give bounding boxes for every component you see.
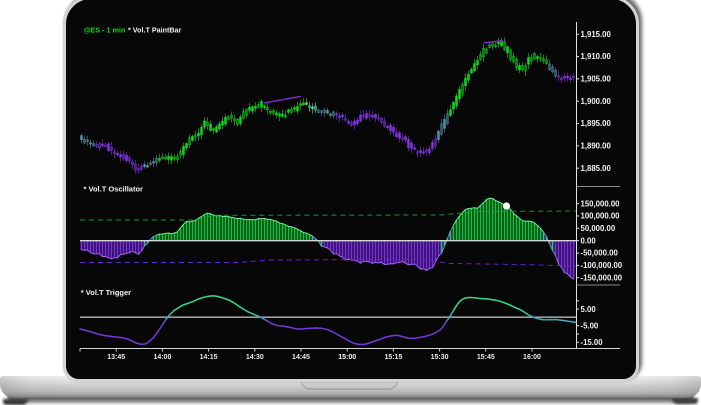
svg-text:14:45: 14:45 xyxy=(292,354,310,361)
svg-text:1,910.00: 1,910.00 xyxy=(581,52,612,61)
svg-text:14:00: 14:00 xyxy=(153,354,171,361)
svg-text:14:30: 14:30 xyxy=(246,354,264,361)
svg-text:150,000.00: 150,000.00 xyxy=(581,199,621,208)
svg-text:50,000.00: 50,000.00 xyxy=(581,224,616,233)
svg-text:15:45: 15:45 xyxy=(477,354,495,361)
svg-text:1,900.00: 1,900.00 xyxy=(581,97,612,106)
svg-text:@ES - 1 min: @ES - 1 min xyxy=(84,25,126,34)
svg-text:-15.00: -15.00 xyxy=(581,338,604,347)
svg-text:1,890.00: 1,890.00 xyxy=(581,142,612,151)
svg-text:* Vol.T Oscillator: * Vol.T Oscillator xyxy=(84,185,144,194)
svg-text:15:30: 15:30 xyxy=(431,354,449,361)
svg-text:-150,000.00: -150,000.00 xyxy=(581,273,623,282)
svg-text:100,000.00: 100,000.00 xyxy=(581,212,621,221)
svg-text:-50,000.00: -50,000.00 xyxy=(581,249,619,258)
svg-text:-5.00: -5.00 xyxy=(581,321,599,330)
svg-text:14:15: 14:15 xyxy=(200,354,218,361)
svg-text:13:45: 13:45 xyxy=(107,354,125,361)
svg-text:15:00: 15:00 xyxy=(338,354,356,361)
svg-text:0.00: 0.00 xyxy=(581,236,597,245)
svg-text:1,915.00: 1,915.00 xyxy=(581,30,612,39)
svg-text:16:00: 16:00 xyxy=(523,354,541,361)
svg-text:5.00: 5.00 xyxy=(581,305,597,314)
svg-text:1,885.00: 1,885.00 xyxy=(581,164,612,173)
svg-text:1,895.00: 1,895.00 xyxy=(581,119,612,128)
svg-text:* Vol.T Trigger: * Vol.T Trigger xyxy=(81,288,131,297)
svg-text:* Vol.T PaintBar: * Vol.T PaintBar xyxy=(128,25,182,34)
svg-text:15:15: 15:15 xyxy=(384,354,402,361)
svg-text:-100,000.00: -100,000.00 xyxy=(581,261,623,270)
svg-text:1,905.00: 1,905.00 xyxy=(581,75,612,84)
